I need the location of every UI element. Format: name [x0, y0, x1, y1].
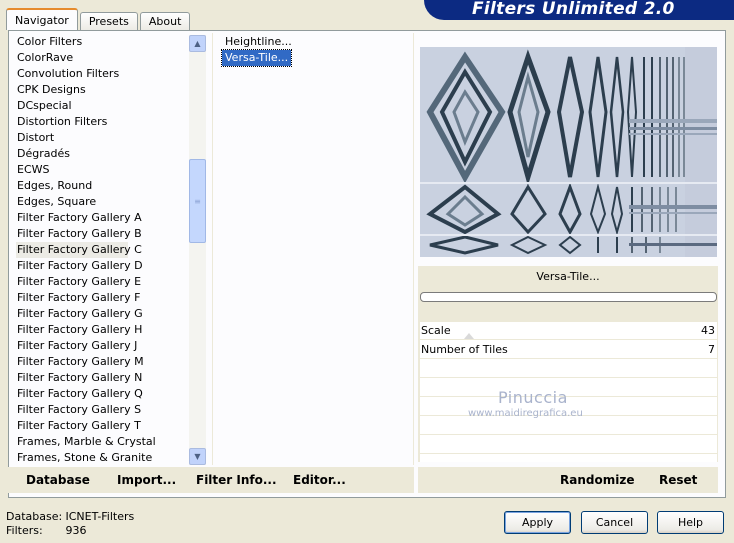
tab-about[interactable]: About [139, 12, 191, 30]
help-button[interactable]: Help [657, 511, 724, 534]
category-item[interactable]: Color Filters [16, 34, 128, 50]
param-row-empty [420, 436, 717, 454]
app-title-banner: Filters Unlimited 2.0 [424, 0, 734, 20]
randomize-button[interactable]: Randomize [560, 473, 634, 487]
scroll-thumb[interactable]: ≡ [189, 159, 206, 243]
divider [413, 33, 414, 465]
category-item[interactable]: Filter Factory Gallery M [16, 354, 144, 370]
category-item[interactable]: Filter Factory Gallery F [16, 290, 140, 306]
param-row-scale[interactable]: Scale 43 [420, 322, 717, 340]
database-value: ICNET-Filters [65, 510, 135, 523]
category-item[interactable]: Filter Factory Gallery E [16, 274, 141, 290]
category-item[interactable]: Filter Factory Gallery B [16, 226, 142, 242]
scroll-down-arrow-icon[interactable]: ▼ [189, 448, 206, 465]
divider [212, 33, 213, 465]
category-item[interactable]: Edges, Round [16, 178, 128, 194]
filter-row: Heightline... [222, 34, 402, 50]
status-panel: Database: ICNET-Filters Filters: 936 [6, 510, 134, 538]
param-row-empty [420, 379, 717, 397]
filter-item[interactable]: Heightline... [222, 34, 295, 50]
category-item[interactable]: Filter Factory Gallery G [16, 306, 143, 322]
category-item[interactable]: Filter Factory Gallery N [16, 370, 142, 386]
category-item[interactable]: Edges, Square [16, 194, 128, 210]
category-item[interactable]: Filter Factory Gallery T [16, 418, 141, 434]
category-item[interactable]: Filter Factory Gallery Q [16, 386, 143, 402]
filters-label: Filters: [6, 524, 43, 537]
category-item[interactable]: Filter Factory Gallery C [16, 242, 142, 258]
database-button[interactable]: Database [26, 473, 90, 487]
navigator-toolbar: Database Import... Filter Info... Editor… [8, 467, 414, 493]
import-button[interactable]: Import... [117, 473, 176, 487]
param-label: Scale [421, 324, 451, 337]
watermark-name: Pinuccia [498, 388, 568, 407]
category-item[interactable]: Distortion Filters [16, 114, 128, 130]
category-item[interactable]: DCspecial [16, 98, 128, 114]
tab-presets[interactable]: Presets [79, 12, 138, 30]
watermark-url: www.maidiregrafica.eu [468, 408, 583, 419]
filter-toolbar: Randomize Reset [418, 467, 718, 493]
database-label: Database: [6, 510, 63, 523]
category-item[interactable]: Filter Factory Gallery H [16, 322, 142, 338]
reset-button[interactable]: Reset [659, 473, 697, 487]
category-item[interactable]: Filter Factory Gallery J [16, 338, 137, 354]
filter-list[interactable]: Heightline... Versa-Tile... [220, 34, 402, 67]
param-value: 7 [708, 343, 715, 356]
category-item[interactable]: Frames, Marble & Crystal [16, 434, 156, 450]
param-value: 43 [701, 324, 715, 337]
category-item[interactable]: Convolution Filters [16, 66, 128, 82]
filter-info-button[interactable]: Filter Info... [196, 473, 277, 487]
tab-bar: Navigator Presets About [6, 8, 192, 30]
filter-item[interactable]: Versa-Tile... [220, 49, 293, 67]
filters-count: 936 [65, 524, 87, 537]
cancel-button[interactable]: Cancel [581, 511, 648, 534]
category-item[interactable]: Filter Factory Gallery A [16, 210, 142, 226]
category-item[interactable]: ECWS [16, 162, 128, 178]
category-item[interactable]: CPK Designs [16, 82, 128, 98]
category-item[interactable]: Frames, Stone & Granite [16, 450, 152, 464]
apply-button[interactable]: Apply [504, 511, 571, 534]
category-item[interactable]: ColorRave [16, 50, 128, 66]
slider-handle-icon[interactable] [464, 333, 474, 339]
parameter-list: Scale 43 Number of Tiles 7 [420, 322, 717, 462]
current-filter-name: Versa-Tile... [536, 270, 600, 283]
param-row-empty [420, 417, 717, 435]
category-item[interactable]: Dégradés [16, 146, 128, 162]
scroll-up-arrow-icon[interactable]: ▲ [189, 35, 206, 52]
category-item[interactable]: Filter Factory Gallery D [16, 258, 143, 274]
param-row-empty [420, 360, 717, 378]
category-item[interactable]: Filter Factory Gallery S [16, 402, 141, 418]
editor-button[interactable]: Editor... [293, 473, 346, 487]
category-scrollbar[interactable]: ▲ ≡ ▼ [189, 35, 206, 465]
category-list[interactable]: Color Filters ColorRave Convolution Filter… [16, 34, 190, 464]
category-item[interactable]: Distort [16, 130, 128, 146]
tab-navigator[interactable]: Navigator [6, 8, 78, 30]
progress-bar [420, 292, 717, 302]
param-row-number-of-tiles[interactable]: Number of Tiles 7 [420, 341, 717, 359]
param-label: Number of Tiles [421, 343, 508, 356]
filter-row: Versa-Tile... [220, 49, 402, 67]
filter-preview-image [420, 47, 717, 257]
